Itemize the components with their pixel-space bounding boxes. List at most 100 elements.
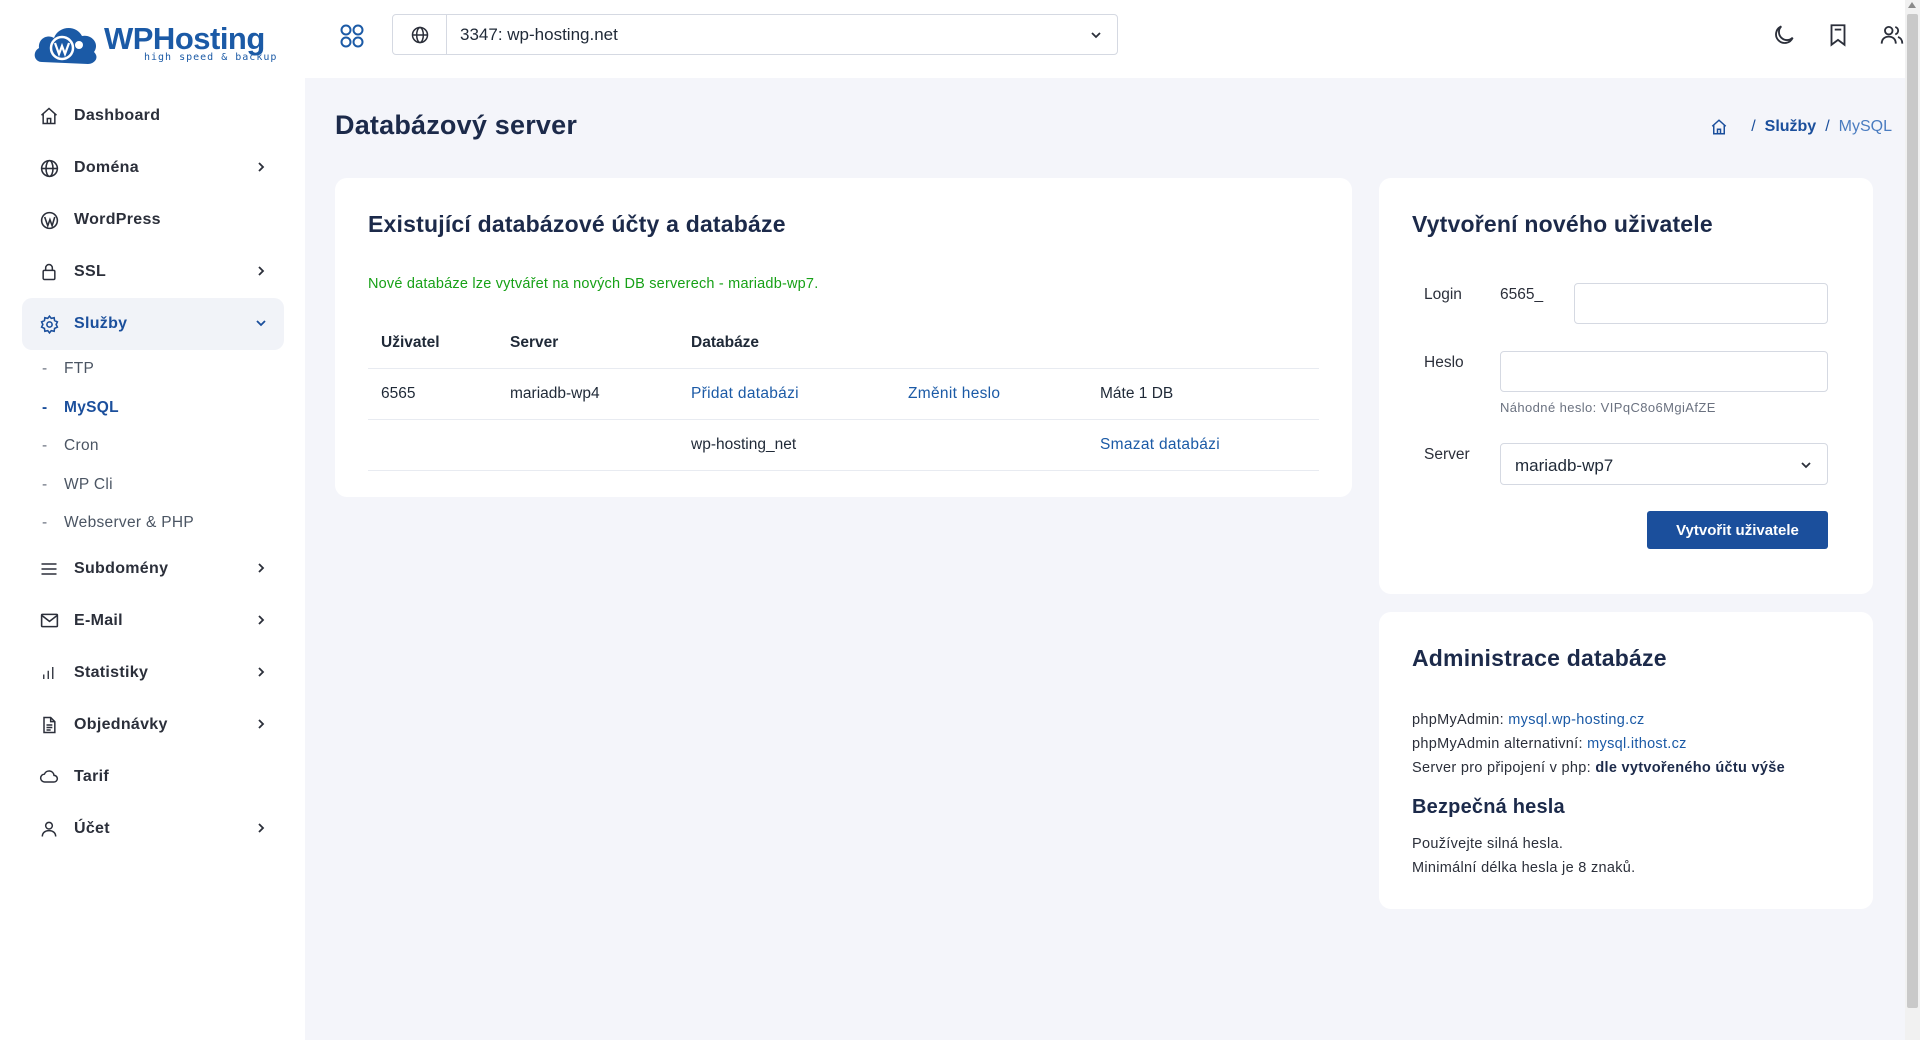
wordpress-icon (38, 209, 60, 231)
home-icon[interactable] (1710, 118, 1728, 136)
nav-label-statistiky: Statistiky (74, 663, 149, 681)
document-icon (38, 714, 60, 736)
password-input[interactable] (1500, 351, 1828, 392)
bookmark-icon[interactable] (1825, 22, 1851, 48)
sub-label-mysql: MySQL (64, 398, 119, 416)
nav-item-ssl[interactable]: SSL (22, 246, 284, 298)
breadcrumb-separator: / (1751, 118, 1756, 135)
logo[interactable]: WPHosting high speed & backup (32, 18, 277, 68)
cell-user: 6565 (381, 385, 416, 402)
page-title: Databázový server (335, 110, 578, 140)
create-user-button[interactable]: Vytvořit uživatele (1647, 511, 1828, 549)
sub-item-ftp[interactable]: - FTP (42, 350, 284, 389)
nav-item-tarif[interactable]: Tarif (22, 751, 284, 803)
server-connection-value: dle vytvořeného účtu výše (1595, 760, 1785, 776)
main-nav: Dashboard Doména WordPress SSL Služby - … (22, 90, 284, 855)
sub-item-cron[interactable]: - Cron (42, 427, 284, 466)
chevron-right-icon (254, 717, 268, 731)
header-database: Databáze (691, 334, 760, 351)
secure-line-2: Minimální délka hesla je 8 znaků. (1412, 860, 1636, 876)
sub-label-ftp: FTP (64, 360, 95, 378)
breadcrumb: / Služby / MySQL (1710, 118, 1892, 136)
scrollbar-thumb[interactable] (1907, 14, 1918, 1008)
sub-item-webserver-php[interactable]: - Webserver & PHP (42, 504, 284, 543)
db-accounts-table: Uživatel Server Databáze 6565 mariadb-wp… (368, 318, 1319, 471)
chevron-down-icon (1089, 28, 1103, 42)
menu-icon (38, 558, 60, 580)
secure-passwords-title: Bezpečná hesla (1412, 796, 1565, 818)
page-scrollbar[interactable] (1905, 0, 1920, 1040)
nav-item-wordpress[interactable]: WordPress (22, 194, 284, 246)
nav-label-sluzby: Služby (74, 315, 128, 332)
sidebar: WPHosting high speed & backup Dashboard … (0, 0, 305, 1040)
topbar-actions (1771, 22, 1905, 48)
phpmyadmin-link[interactable]: mysql.wp-hosting.cz (1508, 712, 1644, 728)
create-user-title: Vytvoření nového uživatele (1412, 211, 1713, 237)
change-password-link[interactable]: Změnit heslo (908, 385, 1000, 403)
phpmyadmin-alt-label: phpMyAdmin alternativní: (1412, 736, 1583, 752)
chevron-right-icon (254, 561, 268, 575)
login-input[interactable] (1574, 283, 1828, 324)
nav-label-tarif: Tarif (74, 767, 109, 785)
nav-label-objednavky: Objednávky (74, 715, 168, 733)
server-select-value: mariadb-wp7 (1515, 456, 1614, 475)
globe-icon (38, 157, 60, 179)
chevron-down-icon (1799, 458, 1813, 472)
nav-item-ucet[interactable]: Účet (22, 803, 284, 855)
sub-label-wp-cli: WP Cli (64, 475, 113, 493)
nav-label-ucet: Účet (74, 819, 110, 837)
table-row: wp-hosting_net Smazat databázi (368, 420, 1319, 471)
random-password-hint: Náhodné heslo: VIPqC8o6MgiAfZE (1500, 400, 1716, 415)
bar-chart-icon (38, 662, 60, 684)
server-connection-label: Server pro připojení v php: (1412, 760, 1591, 776)
site-select[interactable]: 3347: wp-hosting.net (392, 14, 1118, 55)
cloud-icon (38, 766, 60, 788)
nav-item-objednavky[interactable]: Objednávky (22, 699, 284, 751)
nav-item-dashboard[interactable]: Dashboard (22, 90, 284, 142)
db-admin-title: Administrace databáze (1412, 645, 1667, 671)
dark-mode-icon[interactable] (1771, 22, 1797, 48)
nav-item-statistiky[interactable]: Statistiky (22, 647, 284, 699)
sub-item-wp-cli[interactable]: - WP Cli (42, 466, 284, 505)
cell-database-name: wp-hosting_net (691, 436, 797, 453)
nav-label-wordpress: WordPress (74, 211, 161, 228)
header-user: Uživatel (381, 334, 440, 351)
db-server-note: Nové databáze lze vytvářet na nových DB … (368, 276, 819, 292)
breadcrumb-current: MySQL (1838, 118, 1892, 135)
add-database-link[interactable]: Přidat databázi (691, 385, 799, 403)
brand-tagline: high speed & backup (144, 51, 278, 63)
chevron-right-icon (254, 264, 268, 278)
server-label: Server (1424, 446, 1470, 463)
sluzby-submenu: - FTP - MySQL - Cron - WP Cli - Webserver & P… (22, 350, 284, 543)
server-select[interactable]: mariadb-wp7 (1500, 443, 1828, 485)
nav-item-sluzby[interactable]: Služby (22, 298, 284, 350)
chevron-right-icon (254, 160, 268, 174)
mail-icon (38, 610, 60, 632)
db-accounts-card: Existující databázové účty a databáze No… (335, 178, 1352, 497)
breadcrumb-link-sluzby[interactable]: Služby (1765, 118, 1817, 136)
nav-item-email[interactable]: E-Mail (22, 595, 284, 647)
nav-item-subdomeny[interactable]: Subdomény (22, 543, 284, 595)
apps-grid-icon[interactable] (338, 22, 366, 50)
chevron-right-icon (254, 613, 268, 627)
login-prefix: 6565_ (1500, 286, 1544, 303)
create-user-card: Vytvoření nového uživatele Login 6565_ H… (1379, 178, 1873, 594)
chevron-right-icon (254, 665, 268, 679)
nav-item-domena[interactable]: Doména (22, 142, 284, 194)
chevron-down-icon (254, 316, 268, 330)
header-server: Server (510, 334, 559, 351)
lock-icon (38, 261, 60, 283)
sub-item-mysql[interactable]: - MySQL (42, 389, 284, 428)
home-icon (38, 105, 60, 127)
phpmyadmin-alt-link[interactable]: mysql.ithost.cz (1587, 736, 1687, 752)
users-icon[interactable] (1879, 22, 1905, 48)
wphosting-logo-icon (34, 27, 97, 64)
scroll-up-arrow-icon[interactable] (1908, 2, 1916, 8)
delete-database-link[interactable]: Smazat databázi (1100, 436, 1220, 454)
brand-name: WPHosting (104, 20, 265, 56)
globe-icon (393, 15, 447, 54)
db-count-info: Máte 1 DB (1100, 385, 1174, 402)
topbar: 3347: wp-hosting.net (305, 0, 1905, 78)
db-accounts-title: Existující databázové účty a databáze (368, 211, 786, 237)
breadcrumb-separator: / (1825, 118, 1830, 135)
